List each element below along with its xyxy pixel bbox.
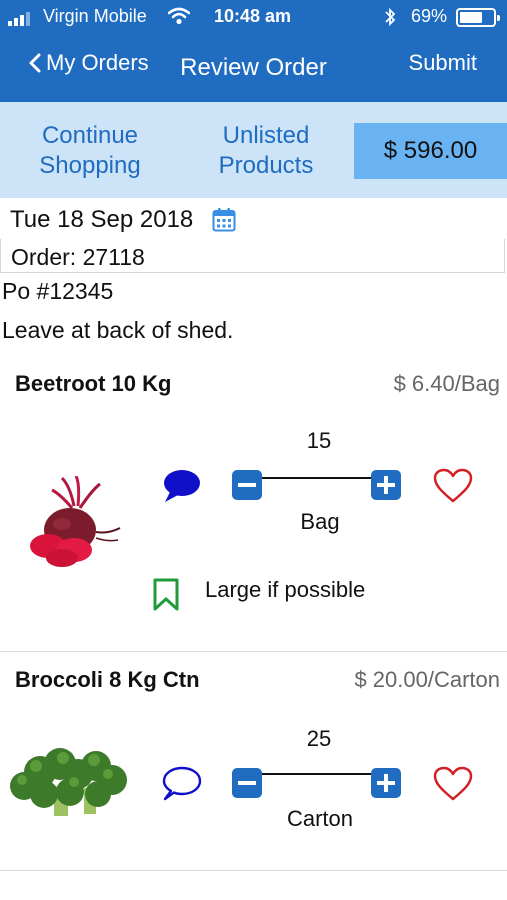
order-number: Order: 27118 bbox=[11, 244, 145, 270]
app-header: Virgin Mobile 10:48 am 69% My Orders Rev… bbox=[0, 0, 507, 102]
quantity-unit: Bag bbox=[300, 509, 340, 534]
calendar-icon[interactable] bbox=[212, 207, 236, 237]
order-note: Leave at back of shed. bbox=[2, 317, 234, 343]
decrease-quantity-button[interactable] bbox=[232, 768, 262, 798]
battery-icon bbox=[456, 8, 500, 27]
quantity-divider bbox=[262, 477, 371, 479]
action-bar: Continue Shopping Unlisted Products $ 59… bbox=[0, 102, 507, 198]
favourite-heart-icon[interactable] bbox=[433, 468, 473, 509]
increase-quantity-button[interactable] bbox=[371, 470, 401, 500]
comment-filled-icon[interactable] bbox=[162, 468, 202, 509]
increase-quantity-button[interactable] bbox=[371, 768, 401, 798]
clock: 10:48 am bbox=[214, 6, 292, 26]
product-note: Large if possible bbox=[205, 577, 366, 602]
unlisted-products-button[interactable]: Unlisted Products bbox=[196, 121, 336, 181]
wifi-icon bbox=[167, 7, 191, 30]
signal-icon bbox=[8, 12, 30, 26]
product-name: Broccoli 8 Kg Ctn bbox=[15, 667, 200, 692]
navigation-bar: My Orders Review Order Submit bbox=[0, 40, 507, 95]
submit-button[interactable]: Submit bbox=[409, 50, 477, 76]
status-bar: Virgin Mobile 10:48 am 69% bbox=[0, 0, 507, 34]
continue-shopping-button[interactable]: Continue Shopping bbox=[20, 121, 160, 181]
favourite-heart-icon[interactable] bbox=[433, 766, 473, 807]
product-row: Broccoli 8 Kg Ctn $ 20.00/Carton 25 Cart… bbox=[0, 652, 507, 871]
delivery-date: Tue 18 Sep 2018 bbox=[10, 206, 194, 233]
quantity-divider bbox=[262, 773, 371, 775]
beetroot-image bbox=[22, 475, 122, 573]
po-number: Po #12345 bbox=[2, 278, 114, 304]
product-row: Beetroot 10 Kg $ 6.40/Bag 15 Bag Large i… bbox=[0, 356, 507, 652]
bluetooth-icon bbox=[384, 7, 397, 32]
product-name: Beetroot 10 Kg bbox=[15, 371, 172, 396]
order-total: $ 596.00 bbox=[354, 123, 507, 179]
decrease-quantity-button[interactable] bbox=[232, 470, 262, 500]
delivery-date-row[interactable]: Tue 18 Sep 2018 bbox=[0, 198, 507, 240]
carrier-name: Virgin Mobile bbox=[43, 6, 147, 26]
comment-outline-icon[interactable] bbox=[162, 766, 202, 807]
battery-percent: 69% bbox=[411, 6, 448, 26]
product-price: $ 20.00/Carton bbox=[354, 667, 500, 692]
order-number-box: Order: 27118 bbox=[0, 239, 505, 273]
product-price: $ 6.40/Bag bbox=[393, 371, 500, 396]
quantity-value: 15 bbox=[306, 428, 332, 453]
broccoli-image bbox=[8, 746, 130, 827]
quantity-value: 25 bbox=[306, 726, 332, 751]
quantity-unit: Carton bbox=[286, 806, 354, 831]
bookmark-icon bbox=[152, 578, 180, 617]
